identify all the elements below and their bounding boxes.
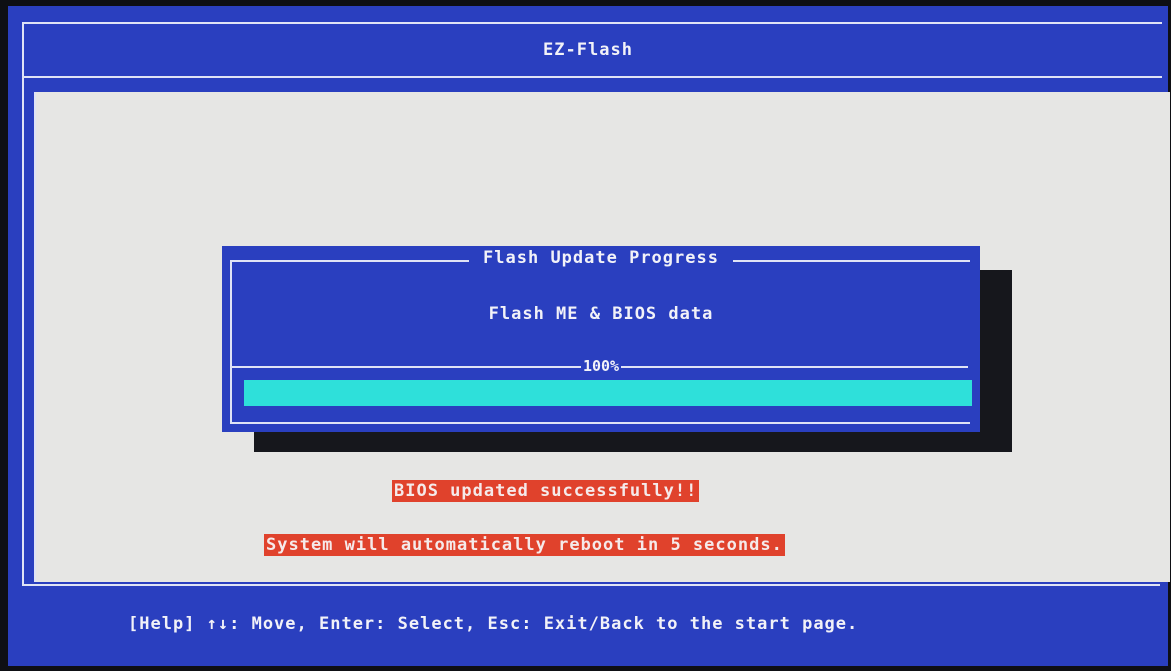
bios-screen: EZ-Flash Flash Update Progress Flash ME … [8, 6, 1170, 666]
progress-label-row: 100% [222, 356, 980, 375]
dialog-title-row: Flash Update Progress [222, 248, 980, 268]
progress-percent-label: 100% [580, 357, 622, 375]
help-text: [Help] ↑↓: Move, Enter: Select, Esc: Exi… [128, 614, 859, 634]
reboot-message: System will automatically reboot in 5 se… [264, 534, 785, 556]
window-title: EZ-Flash [543, 40, 633, 60]
frame-left-border [22, 74, 24, 586]
success-message: BIOS updated successfully!! [392, 480, 700, 502]
progress-bar-fill [244, 380, 972, 406]
frame-bottom-border [22, 584, 1160, 586]
flash-progress-dialog: Flash Update Progress Flash ME & BIOS da… [222, 246, 980, 432]
help-bar: [Help] ↑↓: Move, Enter: Select, Esc: Exi… [8, 600, 1168, 650]
dialog-subtitle: Flash ME & BIOS data [488, 304, 714, 324]
progress-bar [244, 380, 972, 406]
dialog-title: Flash Update Progress [469, 248, 733, 268]
title-bar: EZ-Flash [8, 6, 1168, 92]
